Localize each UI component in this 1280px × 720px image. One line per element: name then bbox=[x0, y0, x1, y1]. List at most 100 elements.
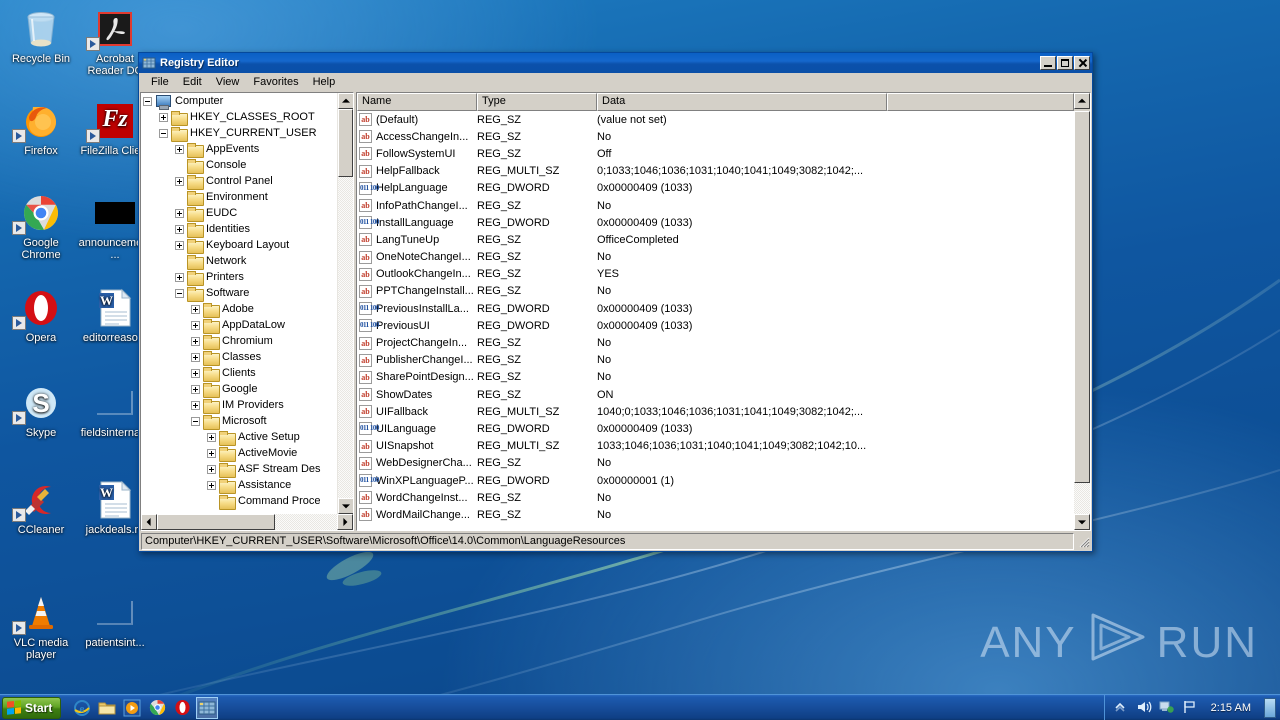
value-row[interactable]: ab HelpFallback REG_MULTI_SZ 0;1033;1046;10… bbox=[357, 163, 1074, 180]
value-row[interactable]: 011 100 UILanguage REG_DWORD 0x00000409 (10… bbox=[357, 420, 1074, 437]
tree-node-keyboard-layout[interactable]: Keyboard Layout bbox=[141, 237, 337, 254]
expand-node-icon[interactable] bbox=[175, 272, 184, 282]
value-row[interactable]: ab WordMailChange... REG_SZ No bbox=[357, 506, 1074, 523]
tree-node-eudc[interactable]: EUDC bbox=[141, 205, 337, 222]
quick-launch-bar[interactable]: e bbox=[71, 696, 219, 719]
tree-scroll-right-button[interactable] bbox=[337, 514, 353, 530]
value-name-cell[interactable]: ab WordChangeInst... bbox=[357, 491, 477, 505]
collapse-node-icon[interactable] bbox=[159, 128, 168, 138]
collapse-node-icon[interactable] bbox=[191, 416, 200, 426]
tree-node-active-setup[interactable]: Active Setup bbox=[141, 429, 337, 446]
value-name-cell[interactable]: ab FollowSystemUI bbox=[357, 147, 477, 161]
tree-node-chromium[interactable]: Chromium bbox=[141, 333, 337, 350]
registry-values-pane[interactable]: Name Type Data ab (Default) REG_SZ (value n… bbox=[356, 92, 1091, 531]
desktop-icon-skype[interactable]: S Skype bbox=[4, 380, 78, 439]
value-row[interactable]: ab ProjectChangeIn... REG_SZ No bbox=[357, 334, 1074, 351]
tree-node-asf-stream-des[interactable]: ASF Stream Des bbox=[141, 461, 337, 478]
value-row[interactable]: ab (Default) REG_SZ (value not set) bbox=[357, 111, 1074, 128]
value-name-cell[interactable]: ab OneNoteChangeI... bbox=[357, 250, 477, 264]
tree-scroll-up-button[interactable] bbox=[338, 93, 353, 109]
expand-node-icon[interactable] bbox=[207, 464, 216, 474]
registry-tree-list[interactable]: Computer HKEY_CLASSES_ROOT HKEY_CURRENT_US… bbox=[141, 93, 337, 510]
value-name-cell[interactable]: ab OutlookChangeIn... bbox=[357, 267, 477, 281]
resize-grip[interactable] bbox=[1076, 534, 1090, 548]
value-row[interactable]: ab OutlookChangeIn... REG_SZ YES bbox=[357, 266, 1074, 283]
value-row[interactable]: 011 100 InstallLanguage REG_DWORD 0x0000040… bbox=[357, 214, 1074, 231]
menu-item-edit[interactable]: Edit bbox=[176, 74, 209, 90]
volume-icon[interactable] bbox=[1136, 700, 1152, 716]
expand-node-icon[interactable] bbox=[191, 320, 200, 330]
tree-node-network[interactable]: Network bbox=[141, 253, 337, 270]
value-row[interactable]: ab UISnapshot REG_MULTI_SZ 1033;1046;1036;1… bbox=[357, 438, 1074, 455]
value-row[interactable]: ab FollowSystemUI REG_SZ Off bbox=[357, 145, 1074, 162]
window-titlebar[interactable]: Registry Editor bbox=[139, 53, 1092, 73]
value-row[interactable]: ab WordChangeInst... REG_SZ No bbox=[357, 489, 1074, 506]
menu-bar[interactable]: File Edit View Favorites Help bbox=[139, 73, 1092, 92]
expand-node-icon[interactable] bbox=[207, 480, 216, 490]
taskbar[interactable]: Start e 2:15 AM bbox=[0, 694, 1280, 720]
desktop-icon-google-chrome[interactable]: Google Chrome bbox=[4, 190, 78, 261]
values-scroll-down-button[interactable] bbox=[1074, 514, 1090, 530]
expand-node-icon[interactable] bbox=[191, 400, 200, 410]
expand-node-icon[interactable] bbox=[191, 384, 200, 394]
expand-node-icon[interactable] bbox=[175, 208, 184, 218]
registry-tree-body[interactable]: Computer HKEY_CLASSES_ROOT HKEY_CURRENT_US… bbox=[141, 93, 353, 514]
value-row[interactable]: ab InfoPathChangeI... REG_SZ No bbox=[357, 197, 1074, 214]
tree-node-printers[interactable]: Printers bbox=[141, 269, 337, 286]
system-tray[interactable]: 2:15 AM bbox=[1103, 694, 1280, 720]
menu-item-help[interactable]: Help bbox=[306, 74, 343, 90]
value-row[interactable]: ab PublisherChangeI... REG_SZ No bbox=[357, 352, 1074, 369]
tree-node-command-proce[interactable]: Command Proce bbox=[141, 493, 337, 510]
value-name-cell[interactable]: ab WebDesignerCha... bbox=[357, 456, 477, 470]
menu-item-file[interactable]: File bbox=[144, 74, 176, 90]
tree-node-google[interactable]: Google bbox=[141, 381, 337, 398]
column-header-blank[interactable] bbox=[887, 93, 1074, 111]
value-name-cell[interactable]: 011 100 PreviousUI bbox=[357, 319, 477, 333]
value-name-cell[interactable]: ab UIFallback bbox=[357, 405, 477, 419]
value-name-cell[interactable]: ab PPTChangeInstall... bbox=[357, 284, 477, 298]
value-name-cell[interactable]: ab (Default) bbox=[357, 113, 477, 127]
tree-node-activemovie[interactable]: ActiveMovie bbox=[141, 445, 337, 462]
value-row[interactable]: ab AccessChangeIn... REG_SZ No bbox=[357, 128, 1074, 145]
expand-node-icon[interactable] bbox=[175, 240, 184, 250]
registry-tree-pane[interactable]: Computer HKEY_CLASSES_ROOT HKEY_CURRENT_US… bbox=[140, 92, 354, 531]
value-name-cell[interactable]: ab UISnapshot bbox=[357, 439, 477, 453]
tree-node-computer[interactable]: Computer bbox=[141, 93, 337, 110]
values-vertical-scrollbar[interactable] bbox=[1074, 111, 1090, 530]
desktop-icon-patientsint-file[interactable]: patientsint... bbox=[78, 590, 152, 649]
tree-node-identities[interactable]: Identities bbox=[141, 221, 337, 238]
tree-horizontal-scrollbar[interactable] bbox=[141, 514, 353, 530]
value-name-cell[interactable]: ab WordMailChange... bbox=[357, 508, 477, 522]
tree-hscroll-thumb[interactable] bbox=[157, 514, 275, 530]
values-row-list[interactable]: ab (Default) REG_SZ (value not set) ab Access… bbox=[357, 111, 1074, 530]
value-name-cell[interactable]: 011 100 UILanguage bbox=[357, 422, 477, 436]
tree-node-hkey-classes-root[interactable]: HKEY_CLASSES_ROOT bbox=[141, 109, 337, 126]
expand-node-icon[interactable] bbox=[191, 368, 200, 378]
tree-scroll-left-button[interactable] bbox=[141, 514, 157, 530]
taskbar-registry-editor-icon[interactable] bbox=[196, 696, 219, 719]
registry-editor-window[interactable]: Registry Editor File Edit View Favorites… bbox=[138, 52, 1093, 552]
tree-scroll-track[interactable] bbox=[338, 109, 353, 498]
values-scroll-thumb[interactable] bbox=[1074, 111, 1090, 483]
taskbar-opera-icon[interactable] bbox=[171, 697, 193, 719]
show-desktop-button[interactable] bbox=[1264, 697, 1276, 718]
value-row[interactable]: 011 100 WinXPLanguageP... REG_DWORD 0x00000… bbox=[357, 472, 1074, 489]
desktop-icon-recycle-bin[interactable]: Recycle Bin bbox=[4, 6, 78, 65]
value-row[interactable]: ab SharePointDesign... REG_SZ No bbox=[357, 369, 1074, 386]
close-button[interactable] bbox=[1074, 56, 1090, 70]
tree-scroll-thumb[interactable] bbox=[338, 109, 353, 177]
values-column-headers[interactable]: Name Type Data bbox=[357, 93, 1090, 111]
value-row[interactable]: ab PPTChangeInstall... REG_SZ No bbox=[357, 283, 1074, 300]
expand-node-icon[interactable] bbox=[191, 304, 200, 314]
registry-tree-scroll-area[interactable]: Computer HKEY_CLASSES_ROOT HKEY_CURRENT_US… bbox=[141, 93, 337, 514]
tree-hscroll-track[interactable] bbox=[157, 514, 337, 530]
taskbar-internet-explorer-icon[interactable]: e bbox=[71, 697, 93, 719]
expand-node-icon[interactable] bbox=[159, 112, 168, 122]
value-name-cell[interactable]: ab SharePointDesign... bbox=[357, 370, 477, 384]
action-center-flag-icon[interactable] bbox=[1182, 700, 1198, 716]
collapse-node-icon[interactable] bbox=[175, 288, 184, 298]
value-name-cell[interactable]: ab HelpFallback bbox=[357, 164, 477, 178]
tree-node-assistance[interactable]: Assistance bbox=[141, 477, 337, 494]
column-header-type[interactable]: Type bbox=[477, 93, 597, 111]
show-hidden-icons-icon[interactable] bbox=[1113, 700, 1129, 716]
